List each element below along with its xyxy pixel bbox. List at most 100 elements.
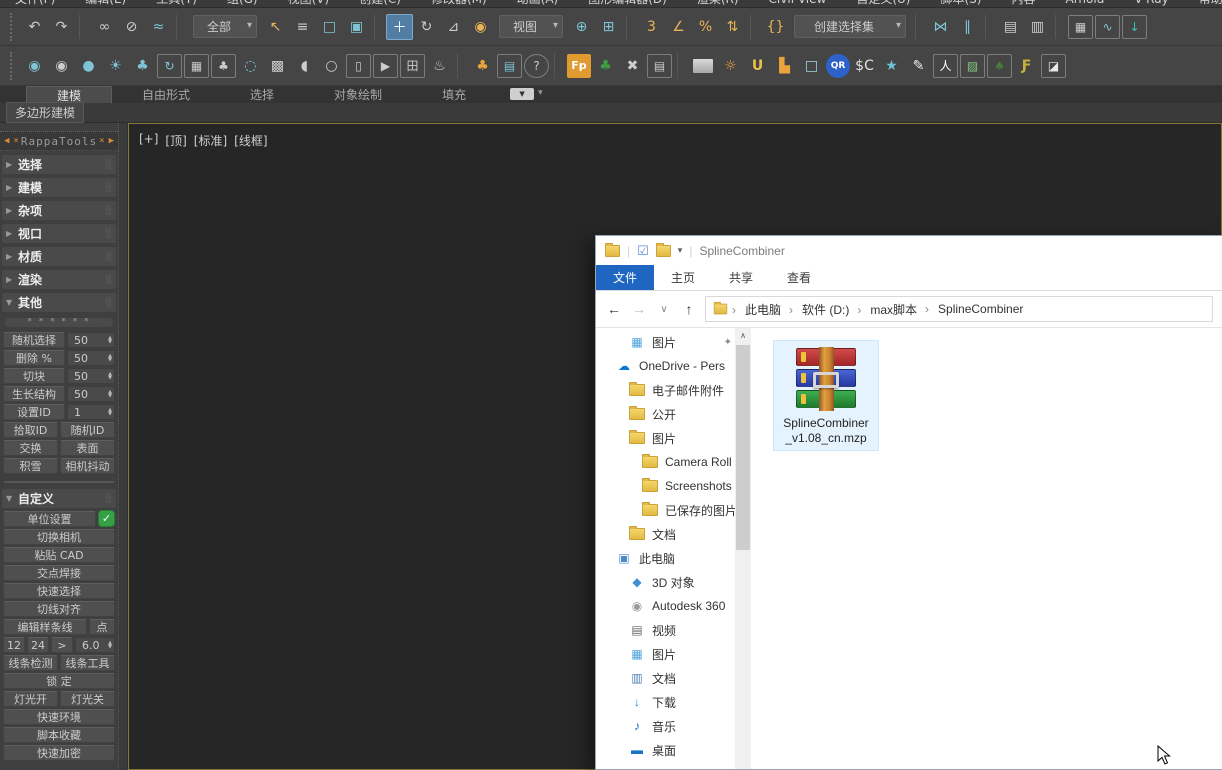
explorer-nav-item[interactable]: ▤ 视频	[596, 618, 735, 642]
list-panel-icon[interactable]: ▤	[647, 54, 672, 78]
action-button[interactable]: 脚本收藏	[3, 727, 115, 743]
menu-item[interactable]: Arnold	[1050, 0, 1119, 7]
menu-item[interactable]: 编辑(E)	[70, 0, 141, 7]
undo-icon[interactable]: ↶	[21, 14, 48, 40]
add-camera-icon[interactable]: ◉	[48, 53, 75, 79]
camera-icon[interactable]: ◉	[21, 53, 48, 79]
close-icon[interactable]: ×	[11, 136, 20, 146]
ribbon-tab[interactable]: 共享	[712, 265, 770, 290]
menu-item[interactable]: 渲染(R)	[682, 0, 754, 7]
action-button[interactable]: 设置ID	[3, 404, 65, 420]
toolbar-separator[interactable]	[750, 14, 758, 40]
menu-item[interactable]: 帮助(H)	[1184, 0, 1222, 7]
viewport-label-menu[interactable]: [顶]	[165, 132, 186, 149]
action-button[interactable]: 切线对齐	[3, 601, 115, 617]
explorer-nav-item[interactable]: 图片	[596, 426, 735, 450]
toolbar-separator[interactable]	[554, 53, 562, 79]
toolbar-separator[interactable]	[176, 14, 184, 40]
spinner-arrows-icon[interactable]: ▲▼	[108, 390, 112, 398]
select-and-move-icon[interactable]: ＋	[386, 14, 413, 40]
explorer-nav-item[interactable]: ▥ 文档	[596, 666, 735, 690]
open-folder-icon[interactable]	[693, 59, 713, 73]
toolbar-separator[interactable]	[915, 14, 923, 40]
notes-icon[interactable]: ▤	[497, 54, 522, 78]
currency-script-icon[interactable]: $C	[851, 53, 878, 79]
contrast-icon[interactable]: ◪	[1041, 54, 1066, 78]
action-button[interactable]: 交点焊接	[3, 565, 115, 581]
unlink-selection-icon[interactable]: ⊘	[118, 14, 145, 40]
ribbon-toggle-icon[interactable]: ▦	[1068, 15, 1093, 39]
redo-icon[interactable]: ↷	[48, 14, 75, 40]
forest-trees-icon[interactable]: ♣	[592, 53, 619, 79]
ribbon-tab[interactable]: 自由形式	[112, 86, 220, 103]
ribbon-tab[interactable]: 对象绘制	[304, 86, 412, 103]
menu-item[interactable]: 组(G)	[212, 0, 273, 7]
menu-item[interactable]: 创建(C)	[344, 0, 416, 7]
action-button[interactable]: 粘贴 CAD	[3, 547, 115, 563]
scroll-up-arrow-icon[interactable]: ∧	[735, 328, 751, 343]
pin-icon[interactable]: ✦	[724, 337, 732, 348]
spinner-value[interactable]: 50	[74, 334, 106, 347]
forest-pair-icon[interactable]: ♣	[469, 53, 496, 79]
ribbon-tab[interactable]: 查看	[770, 265, 828, 290]
value-spinner[interactable]: 1 ▲▼	[67, 404, 115, 420]
shield-check-icon[interactable]: ✓	[98, 510, 115, 527]
spinner-value[interactable]: 1	[74, 406, 106, 419]
menu-item[interactable]: V-Ray	[1119, 0, 1183, 7]
value-spinner[interactable]: 50 ▲▼	[67, 386, 115, 402]
angle-snap-toggle-icon[interactable]: ∠	[665, 14, 692, 40]
forward-button[interactable]: →	[630, 301, 648, 317]
explorer-nav-item[interactable]: 已保存的图片	[596, 498, 735, 522]
lights-off-button[interactable]: 灯光关	[60, 691, 115, 707]
help-icon[interactable]: ?	[524, 54, 549, 78]
breadcrumb-item[interactable]: SplineCombiner	[921, 302, 1027, 316]
teapot-icon[interactable]: ♨	[426, 53, 453, 79]
lamp-icon[interactable]: ○	[318, 53, 345, 79]
menu-item[interactable]: 自定义(U)	[841, 0, 925, 7]
reference-coordinate-system-dropdown[interactable]: 视图	[499, 15, 563, 38]
breadcrumb-item[interactable]: 软件 (D:)	[785, 301, 853, 318]
menu-item[interactable]: 动画(A)	[502, 0, 574, 7]
panel-divider[interactable]	[118, 123, 128, 770]
customize-quick-access-dropdown[interactable]: ▾	[678, 245, 683, 256]
spinner-arrows-icon[interactable]: ▲▼	[108, 641, 112, 649]
numeric-button[interactable]: 12	[3, 637, 25, 653]
window-crossing-toggle-icon[interactable]: ▣	[343, 14, 370, 40]
back-button[interactable]: ←	[605, 301, 623, 317]
lock-button[interactable]: 锁 定	[3, 673, 115, 689]
leaf-icon[interactable]: ♠	[987, 54, 1012, 78]
explorer-nav-item[interactable]: ☁ OneDrive - Pers	[596, 354, 735, 378]
action-button[interactable]: 切块	[3, 368, 65, 384]
explorer-nav-item[interactable]: ▣ 此电脑	[596, 546, 735, 570]
folder-content-area[interactable]: SplineCombiner _v1.08_cn.mzp	[751, 328, 1222, 769]
rollout-header[interactable]: ▶ 建模 ░	[2, 178, 116, 197]
action-button[interactable]: 生长结构	[3, 386, 65, 402]
layered-documents-icon[interactable]: ▩	[264, 53, 291, 79]
value-spinner[interactable]: 6.0 ▲▼	[75, 637, 115, 653]
snaps-toggle-icon[interactable]: 3	[638, 14, 665, 40]
rollout-header-custom[interactable]: ▼ 自定义 ░	[2, 489, 116, 508]
ribbon-minimize-dropdown[interactable]: ▼	[510, 88, 534, 100]
explorer-nav-item[interactable]: 电子邮件附件	[596, 378, 735, 402]
image-export-icon[interactable]: ▨	[960, 54, 985, 78]
rectangular-selection-region-icon[interactable]: □	[316, 14, 343, 40]
palette-icon[interactable]: ◖	[291, 53, 318, 79]
select-and-manipulate-icon[interactable]: ⊞	[595, 14, 622, 40]
sun-icon[interactable]: ☀	[102, 53, 129, 79]
spinner-value[interactable]: 6.0	[82, 639, 106, 652]
bind-to-space-warp-icon[interactable]: ≈	[145, 14, 172, 40]
layer-explorer-icon[interactable]: ▤	[997, 14, 1024, 40]
ribbon-tab[interactable]: 主页	[654, 265, 712, 290]
edit-spline-button[interactable]: 编辑样条线	[3, 619, 87, 635]
spinner-snap-toggle-icon[interactable]: ⇅	[719, 14, 746, 40]
star-icon[interactable]: ★	[878, 53, 905, 79]
value-spinner[interactable]: 50 ▲▼	[67, 368, 115, 384]
percent-snap-toggle-icon[interactable]: %	[692, 14, 719, 40]
rollout-header[interactable]: ▶ 杂项 ░	[2, 201, 116, 220]
menu-item[interactable]: 视图(V)	[273, 0, 345, 7]
toolbar-drag-handle[interactable]	[10, 13, 15, 41]
select-and-link-icon[interactable]: ∞	[91, 14, 118, 40]
rollout-header-other[interactable]: ▼ 其他 ░	[2, 293, 116, 312]
line-tools-button[interactable]: 线条工具	[60, 655, 115, 671]
curve-editor-icon[interactable]: ∿	[1095, 15, 1120, 39]
